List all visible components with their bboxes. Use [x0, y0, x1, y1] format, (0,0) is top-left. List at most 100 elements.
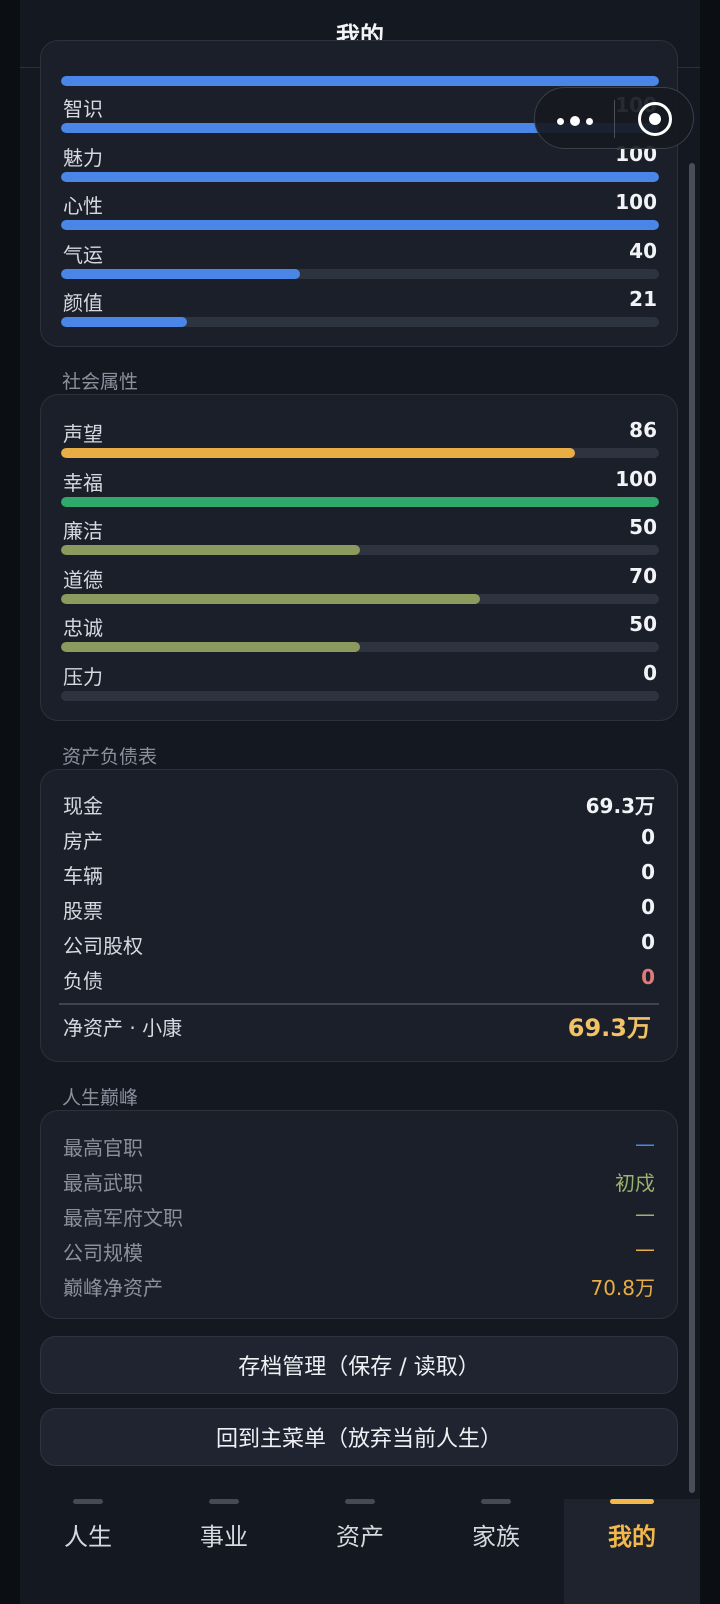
tab-0[interactable]: 人生 [20, 1499, 156, 1604]
social-attributes-card: 声望 86 幸福 100 廉洁 50 道德 70 忠诚 50 压力 0 [40, 394, 678, 721]
stat-name: 幸福 [63, 470, 103, 495]
balance-row-0: 现金 69.3万 [63, 790, 655, 820]
stat-row-1: 幸福 100 [61, 467, 659, 515]
stat-value: 21 [629, 287, 657, 312]
stat-bar-fill [61, 545, 360, 556]
stat-row-4: 忠诚 50 [61, 612, 659, 660]
peak-item-value: 初戍 [615, 1171, 655, 1195]
life-peak-card: 最高官职 — 最高武职 初戍最高军府文职 — 公司规模 — 巅峰净资产 70.8万 [40, 1110, 678, 1319]
bottom-tab-bar: 人生 事业 资产 家族 我的 [20, 1499, 700, 1604]
balance-row-3: 股票 0 [63, 895, 655, 925]
stat-bar-fill [61, 171, 659, 182]
tab-label: 事业 [200, 1523, 248, 1551]
scrollbar[interactable] [689, 163, 695, 1493]
stat-bar [61, 268, 659, 279]
social-section-title: 社会属性 [62, 371, 139, 393]
stat-bar-fill [61, 593, 480, 604]
stat-value: 0 [643, 661, 657, 685]
tab-indicator [345, 1499, 375, 1504]
balance-item-value: 0 [641, 895, 655, 919]
net-assets-value: 69.3万 [567, 1014, 651, 1042]
peak-item-name: 巅峰净资产 [63, 1276, 163, 1300]
stat-name: 颜值 [63, 291, 103, 316]
tab-indicator [209, 1499, 239, 1504]
peak-item-value: — [635, 1237, 655, 1261]
tab-indicator [610, 1499, 654, 1504]
balance-item-name: 负债 [63, 969, 103, 993]
stat-bar [61, 448, 659, 458]
partial-attribute-bar [61, 76, 659, 86]
stat-bar [61, 317, 659, 328]
tab-label: 资产 [336, 1523, 384, 1551]
balance-item-name: 现金 [63, 794, 103, 818]
stat-bar-fill [61, 317, 187, 328]
stat-row-5: 压力 0 [61, 661, 659, 709]
stat-value: 86 [629, 418, 657, 442]
peak-item-value: 70.8万 [590, 1276, 655, 1300]
stat-bar [61, 545, 659, 556]
capsule-divider [614, 100, 615, 138]
stat-bar-fill [61, 268, 301, 279]
net-divider [59, 1003, 659, 1005]
stat-row-3: 气运 40 [61, 239, 659, 287]
balance-item-value: 0 [641, 930, 655, 954]
tab-4[interactable]: 我的 [564, 1499, 700, 1604]
more-dots-icon[interactable] [557, 116, 593, 126]
tab-1[interactable]: 事业 [156, 1499, 292, 1604]
stat-row-2: 廉洁 50 [61, 515, 659, 563]
peak-row-3: 公司规模 — [63, 1237, 655, 1267]
peak-item-name: 最高军府文职 [63, 1206, 183, 1230]
tab-indicator [73, 1499, 103, 1504]
tab-indicator [481, 1499, 511, 1504]
stat-bar [61, 496, 659, 507]
balance-row-1: 房产 0 [63, 825, 655, 855]
peak-section-title: 人生巅峰 [62, 1087, 139, 1109]
stat-row-0: 声望 86 [61, 418, 659, 466]
peak-item-name: 最高武职 [63, 1171, 143, 1195]
peak-item-name: 公司规模 [63, 1241, 143, 1265]
peak-row-4: 巅峰净资产 70.8万 [63, 1272, 655, 1302]
peak-row-0: 最高官职 — [63, 1132, 655, 1162]
stat-bar-fill [61, 496, 659, 507]
stat-bar [61, 171, 659, 182]
stat-row-3: 道德 70 [61, 564, 659, 612]
tab-2[interactable]: 资产 [292, 1499, 428, 1604]
stat-name: 道德 [63, 567, 103, 592]
stat-bar-fill [61, 448, 576, 458]
stat-bar-fill [61, 220, 659, 231]
balance-sheet-card: 现金 69.3万 房产 0 车辆 0 股票 0 公司股权 0 负债 0 净资产 · 小康 69.3万 [40, 769, 678, 1062]
stat-name: 气运 [63, 242, 103, 267]
stat-name: 智识 [63, 97, 103, 121]
stat-name: 心性 [63, 194, 103, 219]
balance-item-name: 房产 [63, 829, 103, 853]
stat-row-2: 心性 100 [61, 190, 659, 238]
stat-value: 50 [629, 515, 657, 540]
mini-program-capsule [534, 87, 694, 149]
peak-item-value: — [635, 1132, 655, 1156]
balance-row-5: 负债 0 [63, 965, 655, 995]
target-circle-icon[interactable] [638, 102, 672, 136]
tab-label: 人生 [64, 1523, 112, 1551]
stat-name: 压力 [63, 665, 103, 689]
peak-item-value: — [635, 1202, 655, 1226]
app-container: 我的 智识100魅力100心性100气运40颜值21 社会属性 声望86幸福10… [20, 0, 700, 1604]
stat-value: 50 [629, 612, 657, 637]
balance-item-name: 股票 [63, 899, 103, 923]
balance-section-title: 资产负债表 [62, 746, 158, 768]
balance-row-4: 公司股权 0 [63, 930, 655, 960]
balance-item-value: 69.3万 [585, 794, 655, 818]
stat-bar [61, 642, 659, 653]
tab-3[interactable]: 家族 [428, 1499, 564, 1604]
stat-bar-fill [61, 642, 360, 653]
stat-value: 70 [629, 563, 657, 588]
stat-row-4: 颜值 21 [61, 287, 659, 335]
stat-name: 魅力 [63, 145, 103, 170]
main-menu-button[interactable]: 回到主菜单（放弃当前人生） [40, 1408, 678, 1466]
save-manage-button[interactable]: 存档管理（保存 / 读取） [40, 1336, 678, 1394]
stat-value: 40 [629, 238, 657, 263]
tab-label: 家族 [472, 1523, 520, 1551]
stat-name: 忠诚 [63, 616, 103, 641]
peak-row-2: 最高军府文职 — [63, 1202, 655, 1232]
balance-item-name: 车辆 [63, 864, 103, 888]
balance-item-value: 0 [641, 860, 655, 884]
